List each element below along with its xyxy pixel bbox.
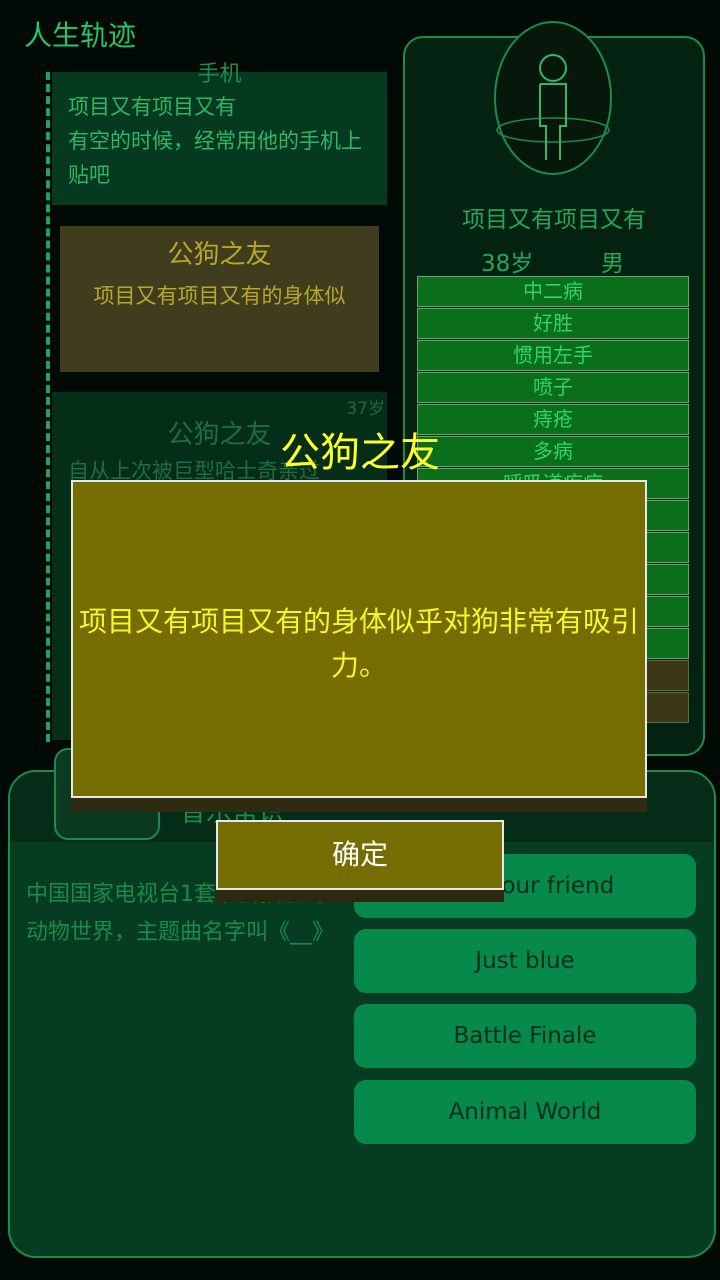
character-age: 38岁 [481, 251, 534, 277]
confirm-button-shadow [216, 890, 504, 902]
timeline-card-text: 项目又有项目又有的身体似 [93, 284, 346, 308]
timeline-card-title: 公狗之友 [167, 240, 272, 270]
confirm-button[interactable]: 确定 [216, 820, 504, 890]
character-avatar-icon [494, 21, 612, 175]
modal-title: 公狗之友 [280, 430, 440, 476]
modal-message: 项目又有项目又有的身体似乎对狗非常有吸引力。 [78, 605, 639, 682]
event-modal: 项目又有项目又有的身体似乎对狗非常有吸引力。 [71, 480, 647, 798]
trait-item: 喷子 [417, 372, 689, 403]
answer-option-button[interactable]: Animal World [354, 1080, 696, 1144]
answer-option-button[interactable]: Just blue [354, 929, 696, 993]
timeline-card[interactable]: 手机 项目又有项目又有 有空的时候，经常用他的手机上贴吧 [52, 62, 387, 205]
timeline-card-highlighted[interactable]: 公狗之友 项目又有项目又有的身体似 [60, 226, 379, 372]
trait-item: 中二病 [417, 276, 689, 307]
trait-item: 惯用左手 [417, 340, 689, 371]
app-title: 人生轨迹 [24, 19, 137, 52]
answer-option-button[interactable]: Battle Finale [354, 1004, 696, 1068]
timeline-card-text: 项目又有项目又有 有空的时候，经常用他的手机上贴吧 [68, 95, 362, 187]
trait-item: 好胜 [417, 308, 689, 339]
character-gender: 男 [601, 251, 624, 277]
character-name: 项目又有项目又有 [462, 207, 646, 233]
timeline-card-title: 手机 [197, 62, 242, 87]
timeline-line [46, 72, 50, 742]
modal-shadow [71, 798, 647, 812]
